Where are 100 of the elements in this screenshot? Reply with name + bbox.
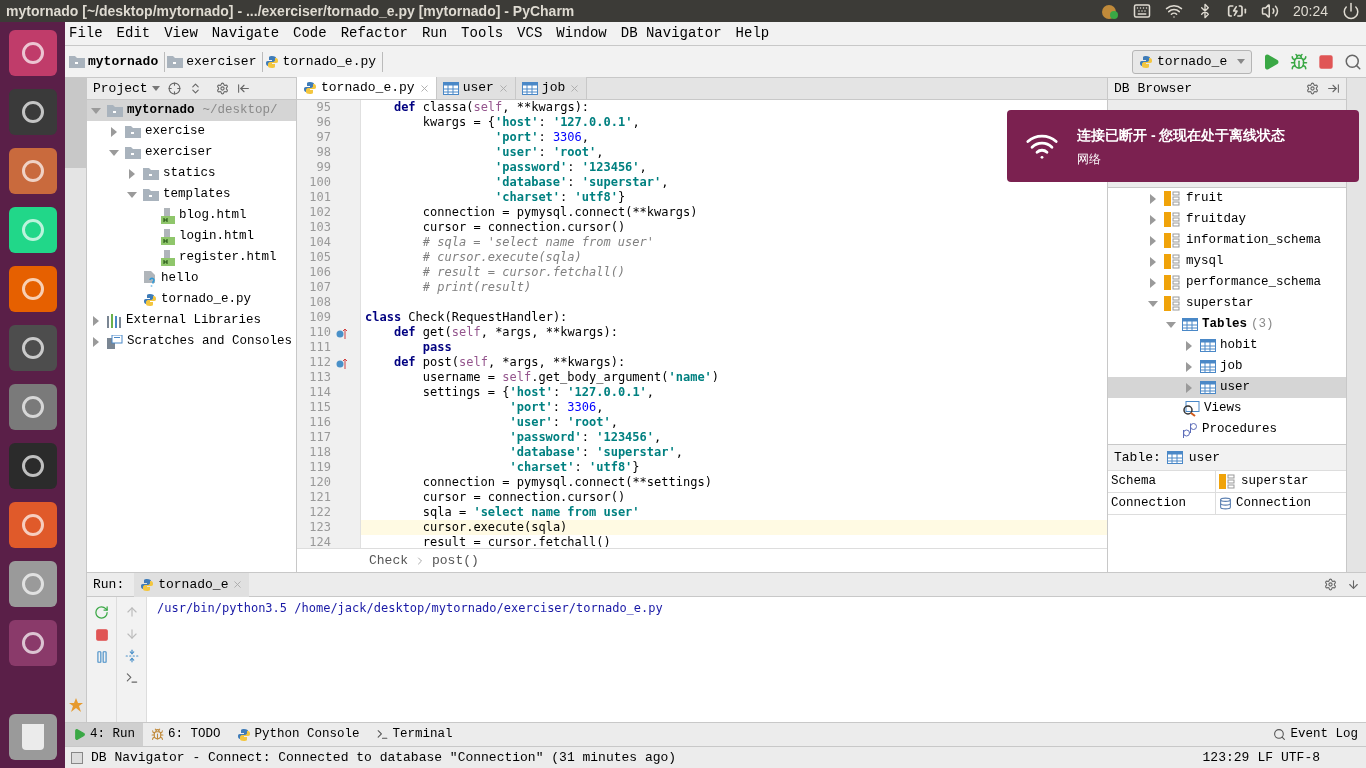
run-configuration-dropdown[interactable]: tornado_e [1132, 49, 1252, 74]
menu-item[interactable]: Navigate [211, 23, 280, 44]
clock[interactable]: 20:24 [1292, 0, 1328, 22]
expanded-arrow-icon[interactable] [1166, 319, 1176, 330]
collapsed-arrow-icon[interactable] [1148, 256, 1158, 267]
tree-item[interactable]: user [1108, 377, 1346, 398]
collapsed-arrow-icon[interactable] [1184, 382, 1194, 393]
folder-icon [167, 55, 184, 68]
menu-item[interactable]: Code [293, 23, 327, 44]
breadcrumb[interactable]: post() [432, 550, 479, 571]
menu-item[interactable]: Window [556, 23, 607, 44]
wrap-icon[interactable] [124, 649, 139, 663]
run-tab[interactable]: tornado_e [134, 572, 250, 597]
tree-item[interactable]: Tables (3) [1108, 314, 1346, 335]
rerun-icon[interactable] [94, 605, 109, 620]
search-icon[interactable] [1344, 52, 1362, 71]
collapsed-arrow-icon[interactable] [109, 126, 119, 137]
expanded-arrow-icon[interactable] [109, 147, 119, 158]
keyboard-icon[interactable] [1132, 2, 1151, 20]
editor-tab[interactable]: user [436, 77, 516, 99]
line-separator[interactable]: LF [1257, 747, 1273, 768]
tool-window-tab[interactable]: Python Console [228, 722, 368, 747]
tool-window-tab[interactable]: 4: Run [65, 722, 143, 747]
override-icon[interactable] [336, 326, 348, 339]
menu-item[interactable]: DB Navigator [620, 23, 722, 44]
hide-icon[interactable] [1327, 82, 1340, 95]
breadcrumb[interactable]: exerciser [167, 51, 264, 72]
collapsed-arrow-icon[interactable] [91, 315, 101, 326]
acorn-icon[interactable] [1100, 2, 1119, 20]
menu-item[interactable]: VCS [517, 23, 543, 44]
tree-item[interactable]: blog.html [87, 205, 296, 226]
tree-item[interactable]: fruitday [1108, 209, 1346, 230]
folder-icon [125, 146, 141, 159]
breadcrumb[interactable]: mytornado [69, 51, 166, 72]
tree-item[interactable]: performance_schema [1108, 272, 1346, 293]
menu-item[interactable]: View [164, 23, 198, 44]
debug-icon[interactable] [1290, 52, 1308, 71]
tree-item[interactable]: Views [1108, 398, 1346, 419]
collapsed-arrow-icon[interactable] [1148, 193, 1158, 204]
hide-icon[interactable] [236, 82, 250, 95]
settings-icon[interactable] [1306, 82, 1319, 95]
collapsed-arrow-icon[interactable] [1184, 340, 1194, 351]
collapsed-arrow-icon[interactable] [1184, 361, 1194, 372]
collapsed-arrow-icon[interactable] [1148, 277, 1158, 288]
hide-icon[interactable] [1347, 578, 1360, 591]
tree-item[interactable]: information_schema [1108, 230, 1346, 251]
menu-item[interactable]: Edit [116, 23, 151, 44]
menu-item[interactable]: Refactor [340, 23, 408, 44]
tree-item[interactable]: hobit [1108, 335, 1346, 356]
breadcrumb[interactable]: tornado_e.py [265, 51, 384, 72]
settings-icon[interactable] [1324, 578, 1337, 591]
star-icon[interactable] [68, 698, 83, 712]
expanded-arrow-icon[interactable] [1148, 298, 1158, 309]
run-icon[interactable] [1262, 52, 1280, 71]
tree-item[interactable]: Procedures [1108, 419, 1346, 440]
tree-item[interactable]: hello [87, 268, 296, 289]
menu-item[interactable]: Help [735, 23, 770, 44]
collapsed-arrow-icon[interactable] [127, 168, 137, 179]
tree-item[interactable]: login.html [87, 226, 296, 247]
power-icon[interactable] [1342, 2, 1360, 20]
close-icon[interactable] [418, 82, 430, 94]
status-icon[interactable] [71, 751, 83, 764]
tree-item[interactable]: mytornado ~/desktop/ [87, 100, 296, 121]
tree-item[interactable]: templates [87, 184, 296, 205]
event-log-tab[interactable]: Event Log [1265, 725, 1366, 744]
tree-item[interactable]: Scratches and Consoles [87, 331, 296, 352]
collapsed-arrow-icon[interactable] [91, 336, 101, 347]
wifi-icon[interactable] [1164, 2, 1183, 20]
menu-item[interactable]: Tools [461, 23, 504, 44]
tree-item[interactable]: exerciser [87, 142, 296, 163]
menu-item[interactable]: Run [421, 23, 448, 44]
editor-tab[interactable]: tornado_e.py [297, 77, 437, 99]
editor-tab[interactable]: job [515, 77, 588, 99]
pause-icon[interactable] [94, 650, 109, 664]
tree-item[interactable]: statics [87, 163, 296, 184]
breadcrumb[interactable]: Check [369, 550, 408, 571]
tree-item[interactable]: exercise [87, 121, 296, 142]
expanded-arrow-icon[interactable] [127, 189, 137, 200]
cursor-position[interactable]: 123:29 [1202, 747, 1250, 768]
tree-item[interactable]: register.html [87, 247, 296, 268]
tree-item[interactable]: job [1108, 356, 1346, 377]
project-tool-button[interactable] [64, 78, 87, 168]
stop-icon[interactable] [94, 628, 109, 642]
volume-icon[interactable] [1260, 2, 1279, 20]
tool-window-tab[interactable]: 6: TODO [143, 722, 229, 747]
tree-item[interactable]: External Libraries [87, 310, 296, 331]
tree-item[interactable]: mysql [1108, 251, 1346, 272]
tool-window-tab[interactable]: Terminal [367, 722, 461, 747]
override-icon[interactable] [336, 356, 348, 369]
locate-icon[interactable] [167, 82, 181, 95]
expanded-arrow-icon[interactable] [91, 105, 101, 116]
file-encoding[interactable]: UTF-8 [1281, 747, 1320, 768]
menu-item[interactable]: File [69, 23, 103, 44]
tree-item[interactable]: superstar [1108, 293, 1346, 314]
tree-item[interactable]: tornado_e.py [87, 289, 296, 310]
collapsed-arrow-icon[interactable] [1148, 235, 1158, 246]
settings-icon[interactable] [215, 82, 229, 95]
collapsed-arrow-icon[interactable] [1148, 214, 1158, 225]
stop-icon[interactable] [1318, 53, 1334, 70]
tree-item[interactable]: fruit [1108, 188, 1346, 209]
